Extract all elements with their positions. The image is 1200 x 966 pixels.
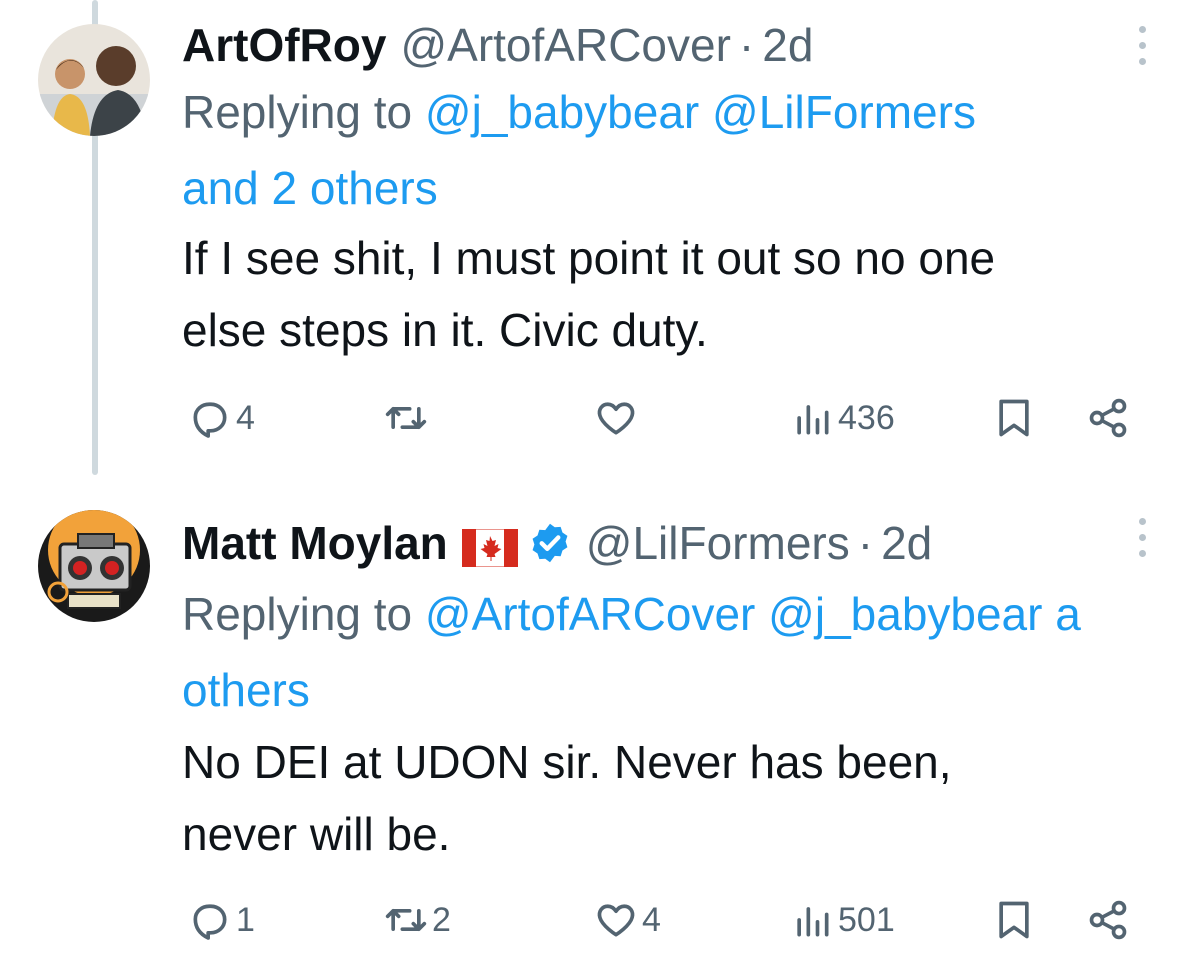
share-button[interactable] [1086, 890, 1130, 950]
replying-to-others[interactable]: and 2 others [182, 162, 438, 214]
tweet-text-line: If I see shit, I must point it out so no… [182, 232, 996, 284]
like-button[interactable] [594, 388, 642, 448]
reply-icon [193, 904, 227, 940]
replying-to-mentions[interactable]: @j_babybear @LilFormers [425, 86, 976, 138]
author-handle[interactable]: @ArtofARCover [400, 18, 730, 72]
like-count: 4 [642, 900, 661, 939]
tweet[interactable]: ArtOfRoy @ArtofARCover · 2d Replying to … [0, 0, 1200, 490]
views-button[interactable]: 501 [790, 890, 895, 950]
bookmark-button[interactable] [992, 388, 1036, 448]
verified-badge-icon[interactable] [528, 521, 572, 565]
canada-flag-icon [461, 524, 519, 568]
replying-to: Replying to @ArtofARCover @j_babybear a … [182, 576, 1200, 728]
share-icon [1089, 900, 1127, 940]
tweet[interactable]: Matt Moylan @LilFormers · 2d Replying to… [0, 490, 1200, 966]
tweet-text-line: else steps in it. Civic duty. [182, 304, 708, 356]
separator-dot: · [857, 517, 874, 569]
replying-to-mentions[interactable]: @ArtofARCover @j_babybear a [425, 588, 1081, 640]
tweet-header: ArtOfRoy @ArtofARCover · 2d [182, 18, 813, 72]
bookmark-icon [999, 399, 1029, 437]
author-handle[interactable]: @LilFormers [586, 516, 850, 570]
tweet-text-line: never will be. [182, 808, 451, 860]
views-button[interactable]: 436 [790, 388, 895, 448]
share-icon [1089, 398, 1127, 438]
view-count: 436 [838, 398, 895, 437]
tweet-text: If I see shit, I must point it out so no… [182, 222, 1182, 366]
reply-button[interactable]: 4 [188, 388, 255, 448]
replying-to: Replying to @j_babybear @LilFormers and … [182, 74, 1200, 226]
views-icon [797, 405, 829, 435]
avatar[interactable] [38, 24, 150, 136]
views-icon [797, 907, 829, 937]
like-icon [597, 402, 635, 435]
view-count: 501 [838, 900, 895, 939]
reply-icon [193, 402, 227, 438]
retweet-button[interactable] [384, 388, 432, 448]
tweet-header: Matt Moylan @LilFormers · 2d [182, 516, 932, 570]
retweet-count: 2 [432, 900, 451, 939]
action-bar: 1 2 4 501 [0, 890, 1200, 950]
like-button[interactable]: 4 [594, 890, 661, 950]
tweet-text-line: No DEI at UDON sir. Never has been, [182, 736, 952, 788]
retweet-icon [385, 407, 427, 429]
author-name[interactable]: ArtOfRoy [182, 18, 386, 72]
like-icon [597, 904, 635, 937]
share-button[interactable] [1086, 388, 1130, 448]
reply-button[interactable]: 1 [188, 890, 255, 950]
avatar[interactable] [38, 510, 150, 622]
more-icon[interactable] [1138, 26, 1148, 70]
retweet-button[interactable]: 2 [384, 890, 451, 950]
author-name[interactable]: Matt Moylan [182, 516, 448, 570]
bookmark-icon [999, 901, 1029, 939]
action-bar: 4 436 [0, 388, 1200, 448]
retweet-icon [385, 909, 427, 931]
tweet-time[interactable]: 2d [762, 18, 813, 72]
bookmark-button[interactable] [992, 890, 1036, 950]
tweet-time[interactable]: 2d [881, 516, 932, 570]
reply-count: 1 [236, 900, 255, 939]
replying-to-others[interactable]: others [182, 664, 310, 716]
replying-to-label: Replying to [182, 86, 413, 138]
replying-to-label: Replying to [182, 588, 413, 640]
tweet-text: No DEI at UDON sir. Never has been, neve… [182, 726, 1182, 870]
reply-count: 4 [236, 398, 255, 437]
separator-dot: · [738, 19, 755, 71]
more-icon[interactable] [1138, 518, 1148, 562]
